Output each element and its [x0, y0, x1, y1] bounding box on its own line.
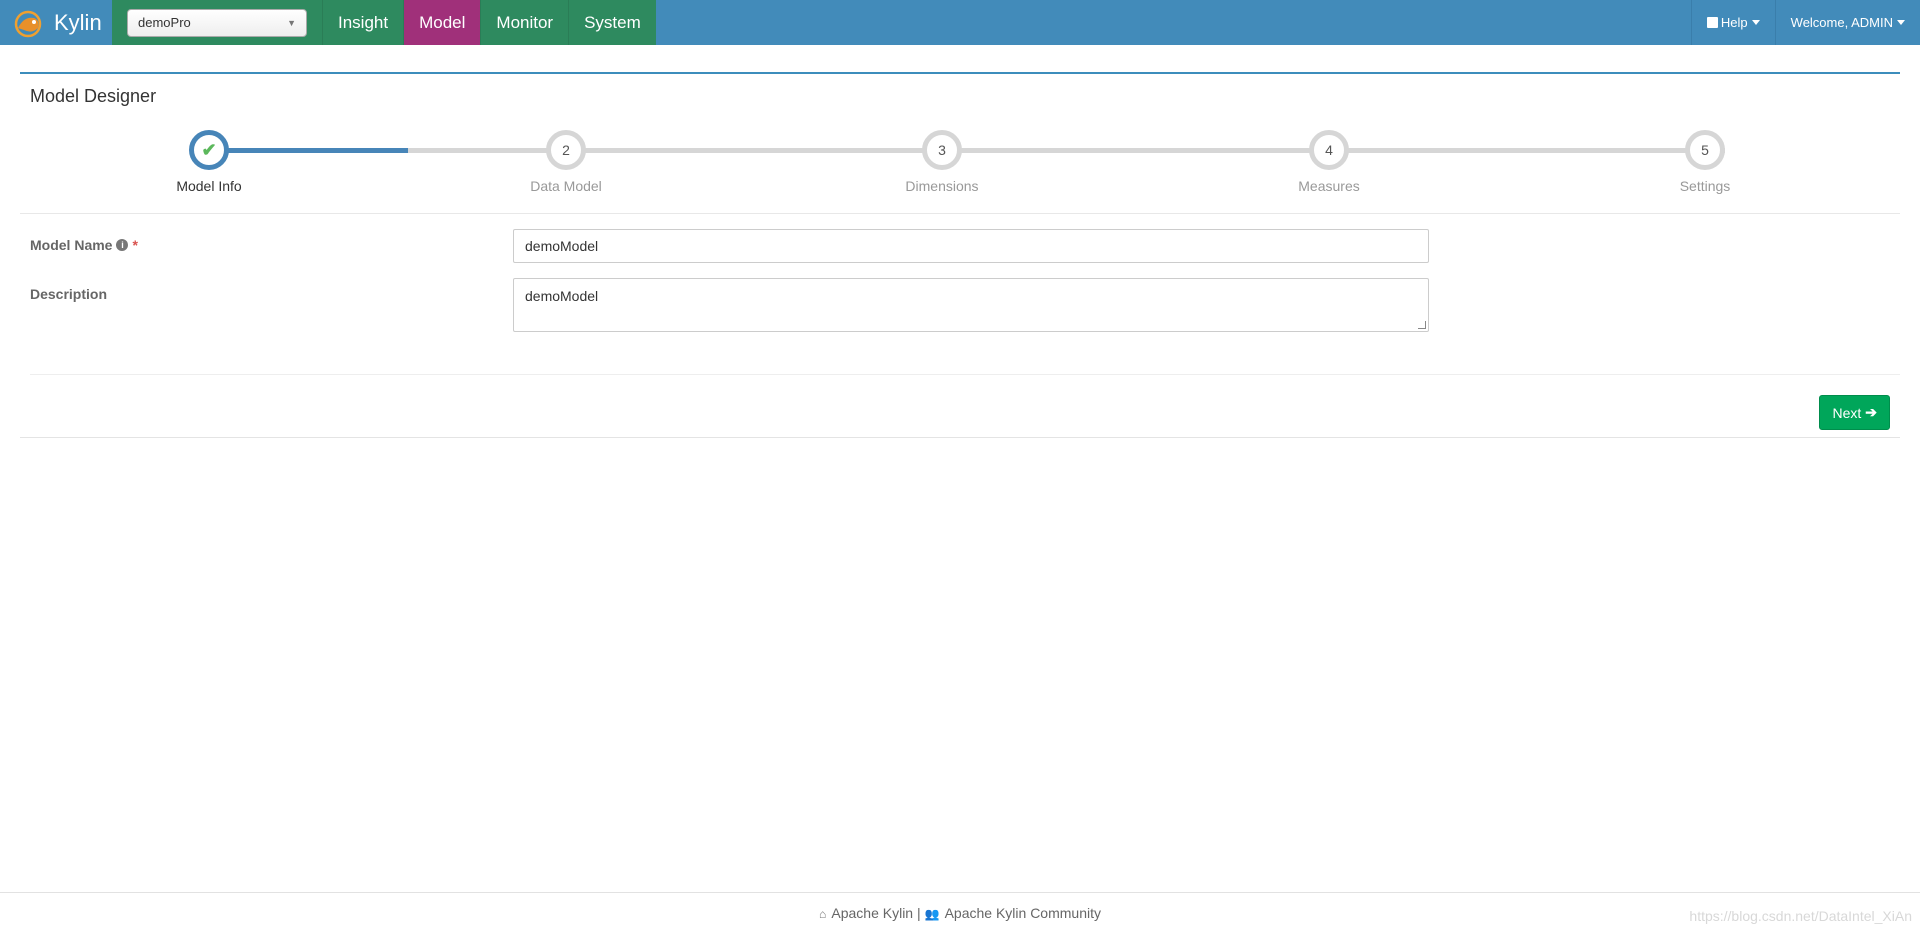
kylin-logo-icon — [14, 10, 42, 37]
step-circle: 4 — [1309, 130, 1349, 170]
info-icon[interactable]: i — [116, 239, 129, 251]
project-select-container: demoPro ▼ — [112, 0, 322, 45]
footer-link-community[interactable]: Apache Kylin Community — [945, 905, 1101, 921]
footer-separator: | — [916, 905, 921, 921]
top-navbar: Kylin demoPro ▼ Insight Model Monitor Sy… — [0, 0, 1920, 45]
tab-model[interactable]: Model — [403, 0, 481, 45]
step-circle: 3 — [922, 130, 962, 170]
page-title: Model Designer — [30, 86, 157, 106]
project-select-value: demoPro — [138, 15, 191, 30]
user-label: Welcome, ADMIN — [1790, 15, 1893, 30]
help-label: Help — [1720, 15, 1748, 30]
users-icon: 👥 — [924, 907, 940, 921]
check-icon: ✔ — [201, 139, 217, 160]
footer-link-apache-kylin[interactable]: Apache Kylin — [831, 905, 913, 921]
next-button-label: Next — [1832, 404, 1862, 421]
home-icon: ⌂ — [819, 907, 827, 921]
step-circle: 5 — [1685, 130, 1725, 170]
step-circle: 2 — [546, 130, 586, 170]
form-divider — [30, 374, 1900, 375]
resize-handle-icon[interactable] — [1418, 321, 1426, 329]
step-label: Measures — [1298, 178, 1360, 194]
tab-system[interactable]: System — [568, 0, 656, 45]
brand[interactable]: Kylin — [0, 0, 112, 45]
top-right-menu: Help Welcome, ADMIN — [1690, 0, 1920, 45]
model-name-input[interactable]: demoModel — [513, 229, 1429, 263]
caret-down-icon — [1897, 20, 1905, 25]
model-designer-panel: Model Designer ✔ Model Info 2 Data Model… — [20, 72, 1900, 438]
arrow-right-icon: ➔ — [1865, 404, 1877, 420]
chevron-down-icon: ▼ — [287, 17, 296, 28]
wizard-step-model-info[interactable]: ✔ Model Info — [129, 124, 289, 194]
required-mark: * — [132, 237, 138, 253]
model-name-label: Model Name — [30, 237, 113, 253]
wizard-steps: ✔ Model Info 2 Data Model 3 Dimensions 4… — [20, 124, 1900, 214]
model-name-label-group: Model Name i * — [30, 237, 138, 253]
tab-insight[interactable]: Insight — [322, 0, 404, 45]
book-icon — [1706, 17, 1718, 28]
wizard-step-dimensions[interactable]: 3 Dimensions — [862, 124, 1022, 194]
caret-down-icon — [1751, 20, 1760, 25]
step-label: Settings — [1679, 178, 1731, 194]
model-name-value: demoModel — [525, 238, 599, 254]
description-label: Description — [30, 286, 108, 302]
footer: ⌂ Apache Kylin | 👥 Apache Kylin Communit… — [0, 892, 1920, 937]
description-value: demoModel — [525, 288, 599, 304]
step-label: Model Info — [176, 178, 242, 194]
step-label: Dimensions — [905, 178, 979, 194]
brand-name: Kylin — [54, 9, 102, 35]
step-circle: ✔ — [189, 130, 229, 170]
wizard-step-measures[interactable]: 4 Measures — [1249, 124, 1409, 194]
wizard-step-data-model[interactable]: 2 Data Model — [486, 124, 646, 194]
tab-monitor[interactable]: Monitor — [480, 0, 569, 45]
watermark: https://blog.csdn.net/DataIntel_XiAn — [1689, 908, 1912, 924]
wizard-step-settings[interactable]: 5 Settings — [1625, 124, 1785, 194]
description-textarea[interactable]: demoModel — [513, 278, 1429, 332]
project-select[interactable]: demoPro ▼ — [127, 8, 307, 37]
step-label: Data Model — [530, 178, 602, 194]
help-menu[interactable]: Help — [1690, 0, 1775, 45]
next-button[interactable]: Next ➔ — [1819, 395, 1890, 430]
user-menu[interactable]: Welcome, ADMIN — [1774, 0, 1920, 45]
main-nav-tabs: Insight Model Monitor System — [322, 0, 656, 45]
